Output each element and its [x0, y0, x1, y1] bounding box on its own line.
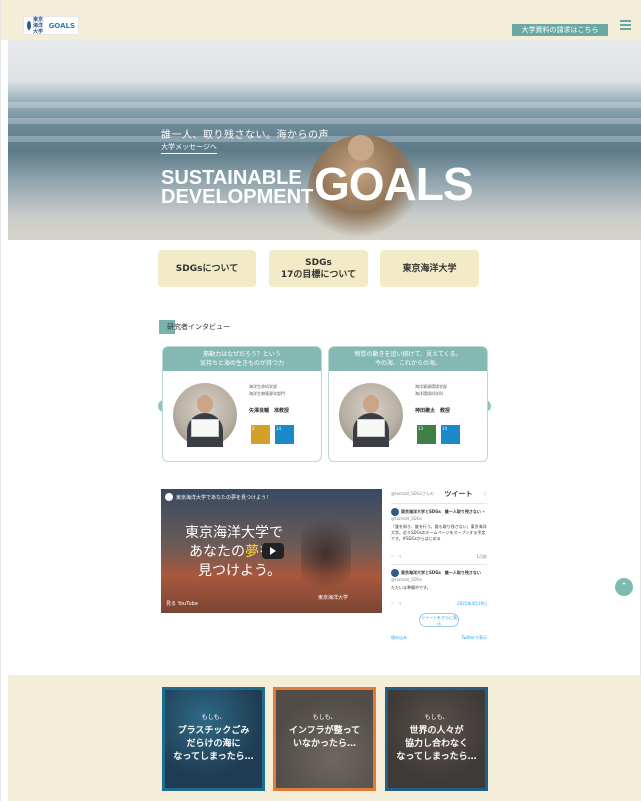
hero-goals: GOALS	[314, 158, 474, 210]
sdg-number: 2	[252, 426, 255, 431]
section-title-text: 研究者インタビュー	[167, 323, 230, 331]
card-headline: 筋動力はなぜだろう？という 気持ちと海の生きものが持つ力	[163, 347, 321, 371]
play-icon[interactable]	[262, 543, 284, 559]
nav-label: SDGs 17の目標について	[280, 257, 357, 280]
hero-lead-text: 誰一人、取り残さない。海からの声	[161, 130, 329, 141]
info-icon[interactable]: ⓘ	[483, 491, 487, 497]
more-tweets-button[interactable]: ツイートをさらに表示	[419, 613, 459, 627]
interview-section-title: 研究者インタビュー	[159, 320, 230, 334]
twitter-footer: 埋め込み Twitterで表示	[391, 635, 487, 641]
tile-big-text: 世界の人々が 協力し合わなく なってしまったら…	[396, 726, 477, 762]
researcher-name: 神田穣太 教授	[415, 408, 451, 414]
card-headline: 物質の動きを追い続けて、見えてくる。 今の海、これからの海。	[329, 347, 487, 371]
researcher-department: 海洋生命科学部 海洋生物資源学部門	[249, 384, 285, 396]
like-icon[interactable]: ♡ ⇪	[391, 554, 402, 560]
tweet-text: ただいま準備中です。	[391, 585, 431, 590]
researcher-department: 海洋資源環境学部 海洋環境科学科	[415, 384, 447, 396]
story-tile-cooperation[interactable]: もしも、 世界の人々が 協力し合わなく なってしまったら…	[385, 687, 488, 791]
logo-goals: GOALS	[48, 21, 75, 30]
tweet-text: 「誰を知り、誰を行う。誰も取り残さない」東京海洋大学。近々SDGsのホームページ…	[391, 524, 487, 541]
video-brand: 東京海洋大学	[318, 595, 349, 601]
tweet-handle: @tumsat_SDGs	[391, 577, 422, 582]
embed-link[interactable]: 埋め込み	[391, 635, 407, 641]
tile-big-text: プラスチックごみ だらけの海に なってしまったら…	[173, 726, 254, 762]
researcher-name: 矢澤良輔 准教授	[249, 408, 290, 414]
tile-small-text: もしも、	[312, 714, 337, 721]
hero-banner: 誰一人、取り残さない。海からの声 大学メッセージへ SUSTAINABLE DE…	[8, 40, 641, 240]
twitter-handle[interactable]: @tumsat_SDGsさんの	[391, 491, 434, 497]
hero-message-link[interactable]: 大学メッセージへ	[161, 142, 217, 154]
twitter-bird-icon: ✦	[482, 509, 486, 514]
researcher-photo	[339, 383, 403, 447]
tile-big-text: インフラが整って いなかったら…	[288, 726, 361, 749]
researcher-photo	[173, 383, 237, 447]
sdg-number: 13	[418, 426, 424, 431]
story-tile-plastic[interactable]: もしも、 プラスチックごみ だらけの海に なってしまったら…	[162, 687, 265, 791]
video-header: 東京海洋大学であなたの夢を見つけよう！	[165, 493, 271, 501]
request-materials-button[interactable]: 大学資料の請求はこちら	[512, 24, 608, 36]
sdg-13-icon: 13	[417, 425, 436, 444]
site-logo[interactable]: 東京海洋大学 GOALS	[23, 16, 79, 35]
sdg-14-icon: 14	[441, 425, 460, 444]
page: 東京海洋大学 GOALS 大学資料の請求はこちら 誰一人、取り残さない。海からの…	[0, 0, 641, 801]
video-caption-line1: 東京海洋大学で	[185, 525, 283, 541]
tile-small-text: もしも、	[201, 714, 226, 721]
nav-label: SDGsについて	[175, 263, 239, 274]
account-avatar-icon	[391, 569, 399, 577]
channel-avatar-icon	[165, 493, 173, 501]
tweet-date: 1月前	[476, 554, 487, 559]
video-title: 東京海洋大学であなたの夢を見つけよう！	[176, 494, 271, 501]
twitter-title: ツイート	[444, 490, 473, 498]
site-header: 東京海洋大学 GOALS 大学資料の請求はこちら	[1, 0, 641, 40]
youtube-video-embed[interactable]: 東京海洋大学であなたの夢を見つけよう！ 東京海洋大学で あなたの夢を 見つけよう…	[161, 489, 382, 613]
sdg-14-icon: 14	[275, 425, 294, 444]
tweet[interactable]: 東京海洋大学とSDGs 誰一人取り残さない @tumsat_SDGs ただいま準…	[391, 569, 487, 607]
caption-part: あなたの	[189, 544, 245, 560]
story-tile-infrastructure[interactable]: もしも、 インフラが整って いなかったら…	[273, 687, 376, 791]
interview-card[interactable]: 筋動力はなぜだろう？という 気持ちと海の生きものが持つ力 海洋生命科学部 海洋生…	[162, 346, 322, 462]
tweet-author: 東京海洋大学とSDGs 誰一人取り残さない	[401, 509, 481, 514]
hamburger-menu-icon[interactable]	[620, 20, 631, 30]
interview-card[interactable]: 物質の動きを追い続けて、見えてくる。 今の海、これからの海。 海洋資源環境学部 …	[328, 346, 488, 462]
twitter-header: @tumsat_SDGsさんの ツイート ⓘ	[391, 489, 487, 499]
watch-on-youtube[interactable]: 見る YouTube	[166, 600, 198, 607]
nav-label: 東京海洋大学	[402, 263, 457, 274]
tile-small-text: もしも、	[424, 714, 449, 721]
video-caption-line3: 見つけよう。	[198, 563, 282, 579]
caption-highlight: 夢	[245, 544, 259, 560]
university-emblem-icon	[27, 21, 32, 30]
video-caption-line2: あなたの夢を	[189, 541, 273, 561]
sdg-number: 14	[442, 426, 448, 431]
like-icon[interactable]: ♡ ⇪	[391, 601, 402, 607]
nav-about-sdgs-button[interactable]: SDGsについて	[158, 250, 256, 287]
tweet-date: 2021年4月19日	[457, 601, 487, 606]
account-avatar-icon	[391, 508, 399, 516]
nav-university-button[interactable]: 東京海洋大学	[380, 250, 479, 287]
sdg-number: 14	[276, 426, 282, 431]
twitter-timeline: @tumsat_SDGsさんの ツイート ⓘ 東京海洋大学とSDGs 誰一人取り…	[391, 489, 487, 641]
hero-title-line2: DEVELOPMENT	[161, 186, 314, 208]
view-on-twitter-link[interactable]: Twitterで表示	[462, 635, 487, 641]
scroll-to-top-button[interactable]: ⌃	[615, 578, 633, 596]
sdg-2-icon: 2	[251, 425, 270, 444]
tweet-author: 東京海洋大学とSDGs 誰一人取り残さない	[401, 570, 481, 575]
tweet-handle: @tumsat_SDGs	[391, 516, 422, 521]
nav-17-goals-button[interactable]: SDGs 17の目標について	[269, 250, 368, 287]
runner-image	[301, 509, 351, 599]
tweet[interactable]: 東京海洋大学とSDGs 誰一人取り残さない ✦ @tumsat_SDGs 「誰を…	[391, 508, 487, 560]
hero-title: SUSTAINABLE DEVELOPMENT	[161, 168, 314, 208]
logo-text: 東京海洋大学	[33, 16, 44, 35]
